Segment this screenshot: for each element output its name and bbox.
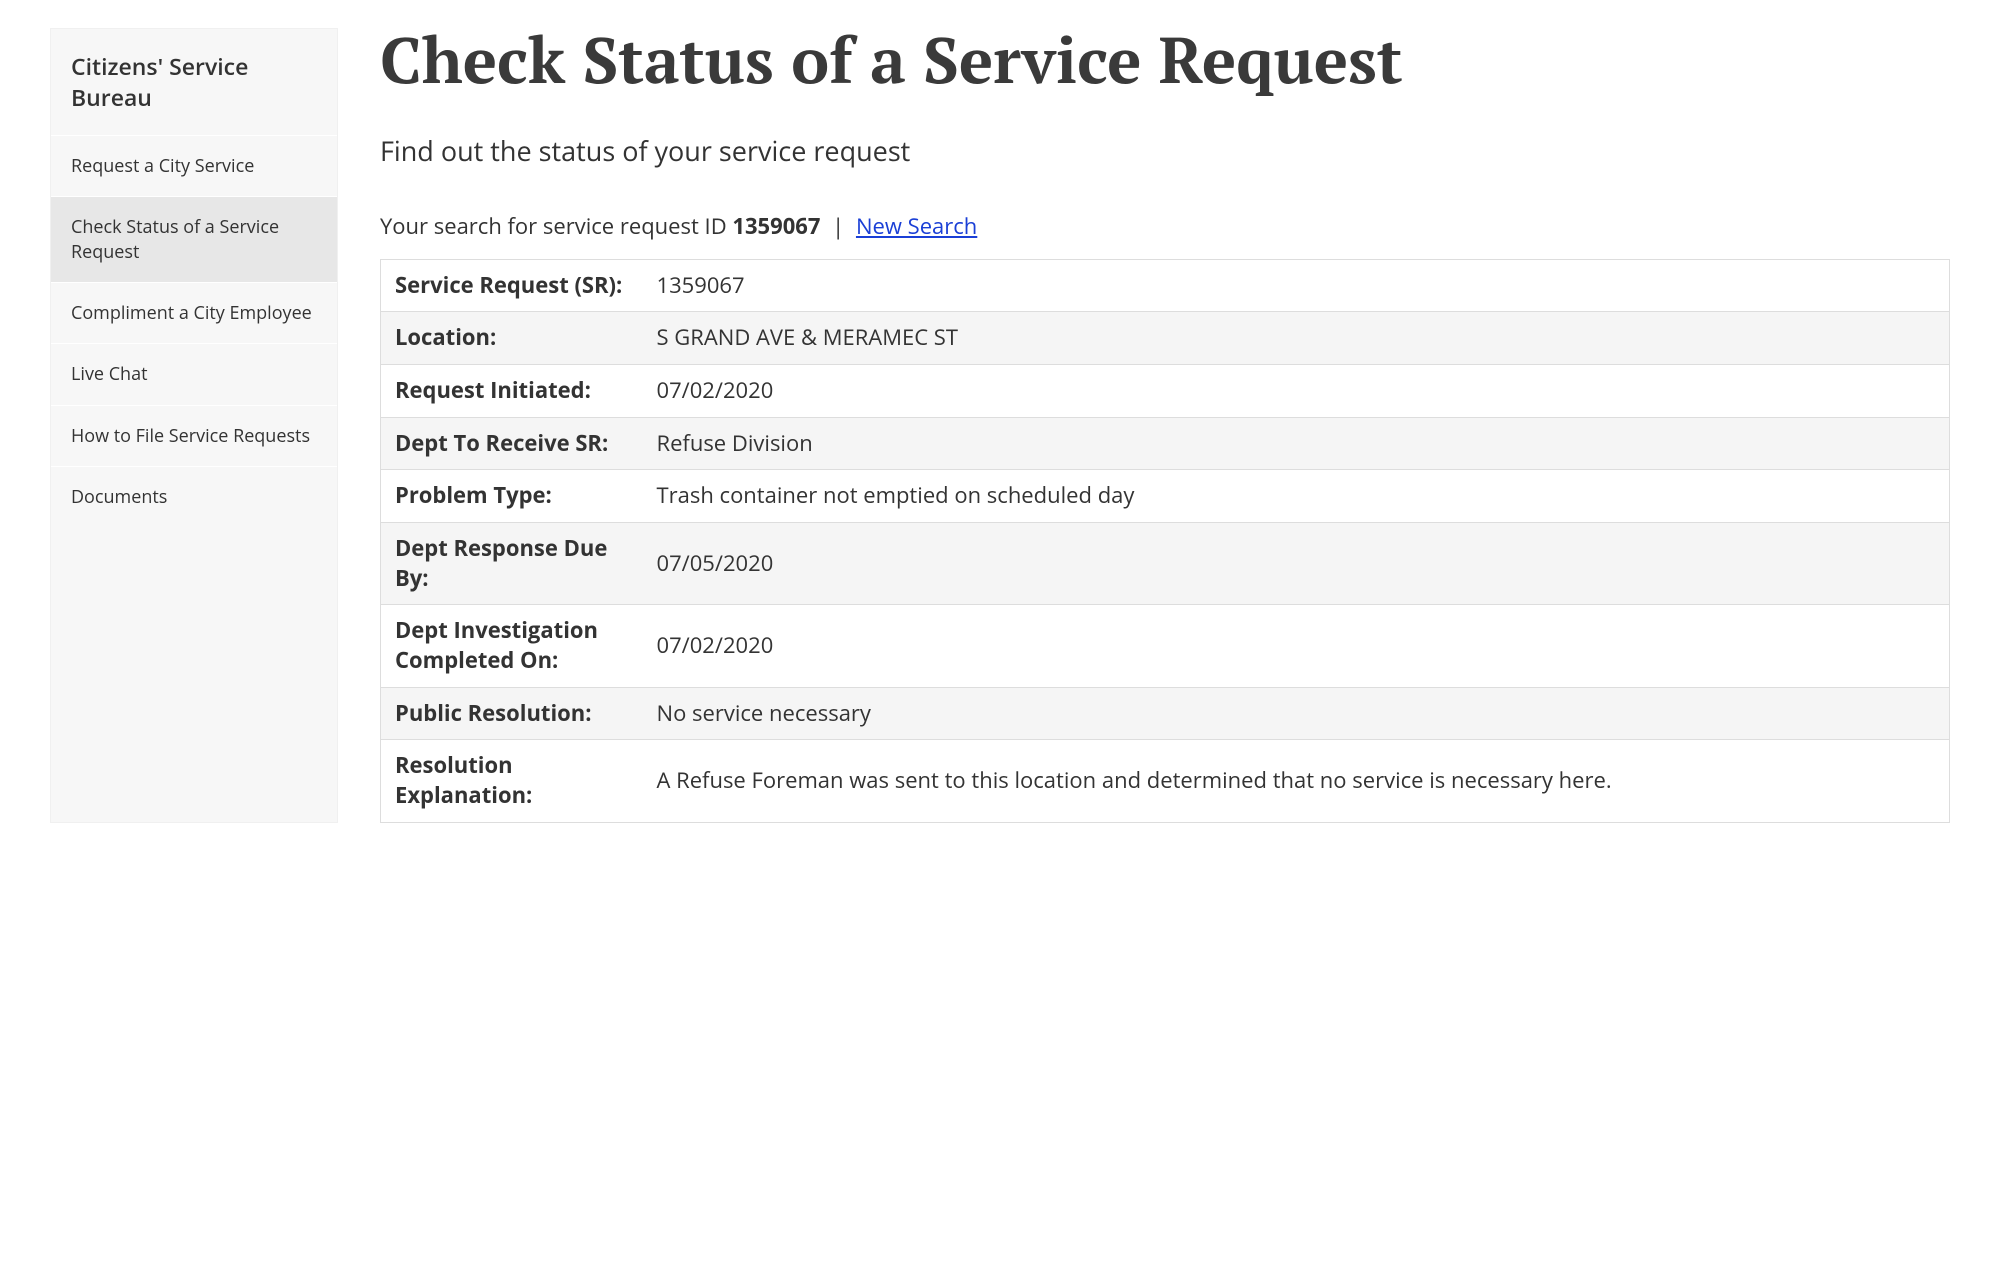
table-row: Resolution Explanation: A Refuse Foreman… bbox=[381, 740, 1950, 822]
row-value-location: S GRAND AVE & MERAMEC ST bbox=[643, 312, 1950, 365]
row-value-dept: Refuse Division bbox=[643, 417, 1950, 470]
table-row: Problem Type: Trash container not emptie… bbox=[381, 470, 1950, 523]
row-label-dept: Dept To Receive SR: bbox=[381, 417, 643, 470]
table-row: Location: S GRAND AVE & MERAMEC ST bbox=[381, 312, 1950, 365]
row-value-completed: 07/02/2020 bbox=[643, 605, 1950, 687]
row-label-resolution: Public Resolution: bbox=[381, 687, 643, 740]
page-subtitle: Find out the status of your service requ… bbox=[380, 132, 1950, 169]
row-value-initiated: 07/02/2020 bbox=[643, 364, 1950, 417]
row-value-problem: Trash container not emptied on scheduled… bbox=[643, 470, 1950, 523]
page-title: Check Status of a Service Request bbox=[380, 24, 1950, 98]
page-layout: Citizens' Service Bureau Request a City … bbox=[50, 28, 1950, 823]
table-row: Dept Response Due By: 07/05/2020 bbox=[381, 523, 1950, 605]
row-label-initiated: Request Initiated: bbox=[381, 364, 643, 417]
table-row: Request Initiated: 07/02/2020 bbox=[381, 364, 1950, 417]
table-row: Public Resolution: No service necessary bbox=[381, 687, 1950, 740]
main-content: Check Status of a Service Request Find o… bbox=[380, 28, 1950, 823]
sidebar-item-how-to-file[interactable]: How to File Service Requests bbox=[51, 406, 337, 467]
sidebar-item-compliment[interactable]: Compliment a City Employee bbox=[51, 283, 337, 344]
row-label-due: Dept Response Due By: bbox=[381, 523, 643, 605]
new-search-link[interactable]: New Search bbox=[856, 211, 977, 241]
row-label-explanation: Resolution Explanation: bbox=[381, 740, 643, 822]
table-row: Service Request (SR): 1359067 bbox=[381, 259, 1950, 312]
row-label-location: Location: bbox=[381, 312, 643, 365]
row-value-resolution: No service necessary bbox=[643, 687, 1950, 740]
table-row: Dept Investigation Completed On: 07/02/2… bbox=[381, 605, 1950, 687]
sidebar-item-documents[interactable]: Documents bbox=[51, 467, 337, 527]
row-value-sr: 1359067 bbox=[643, 259, 1950, 312]
sidebar-header: Citizens' Service Bureau bbox=[51, 29, 337, 136]
row-label-problem: Problem Type: bbox=[381, 470, 643, 523]
search-result-line: Your search for service request ID 13590… bbox=[380, 211, 1950, 241]
service-request-table: Service Request (SR): 1359067 Location: … bbox=[380, 259, 1950, 823]
row-value-due: 07/05/2020 bbox=[643, 523, 1950, 605]
search-id: 1359067 bbox=[732, 211, 820, 241]
row-label-completed: Dept Investigation Completed On: bbox=[381, 605, 643, 687]
search-separator: | bbox=[826, 211, 850, 241]
row-value-explanation: A Refuse Foreman was sent to this locati… bbox=[643, 740, 1950, 822]
row-label-sr: Service Request (SR): bbox=[381, 259, 643, 312]
sidebar-item-request-service[interactable]: Request a City Service bbox=[51, 136, 337, 197]
sidebar-item-check-status[interactable]: Check Status of a Service Request bbox=[51, 197, 337, 283]
search-prefix: Your search for service request ID bbox=[380, 211, 732, 241]
sidebar-item-live-chat[interactable]: Live Chat bbox=[51, 344, 337, 405]
table-row: Dept To Receive SR: Refuse Division bbox=[381, 417, 1950, 470]
sidebar: Citizens' Service Bureau Request a City … bbox=[50, 28, 338, 823]
